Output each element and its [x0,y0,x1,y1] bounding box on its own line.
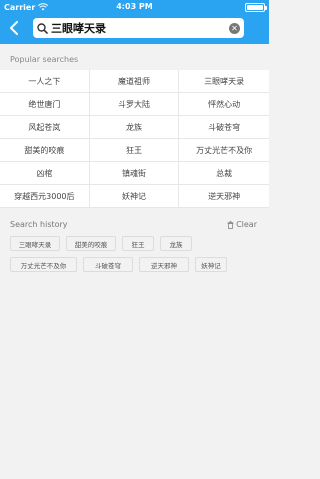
popular-item[interactable]: 逆天邪神 [179,185,269,208]
history-chip[interactable]: 逆天邪神 [139,257,189,272]
popular-item[interactable]: 一人之下 [0,70,90,93]
popular-item[interactable]: 甜美的咬痕 [0,139,90,162]
popular-item[interactable]: 镇魂街 [89,162,180,185]
trash-icon [227,220,234,229]
popular-item[interactable]: 万丈光芒不及你 [179,139,269,162]
history-chip[interactable]: 龙族 [160,236,192,251]
search-history-list: 三眼哮天录 甜美的咬痕 狂王 龙族 万丈光芒不及你 斗破苍穹 逆天邪神 妖神记 [0,236,269,272]
popular-item[interactable]: 魔道祖师 [89,70,180,93]
popular-item[interactable]: 斗罗大陆 [89,93,180,116]
popular-item[interactable]: 三眼哮天录 [179,70,269,93]
popular-item[interactable]: 绝世唐门 [0,93,90,116]
popular-searches-grid: 一人之下 魔道祖师 三眼哮天录 绝世唐门 斗罗大陆 怦然心动 风起苍岚 龙族 斗… [0,70,269,208]
clear-history-label: Clear [236,220,257,229]
popular-item[interactable]: 穿越西元3000后 [0,185,90,208]
history-chip[interactable]: 妖神记 [195,257,227,272]
battery-icon [245,2,267,12]
popular-item[interactable]: 怦然心动 [179,93,269,116]
search-icon [37,22,48,34]
popular-item[interactable]: 凶棺 [0,162,90,185]
status-time: 4:03 PM [116,2,153,11]
history-chip[interactable]: 斗破苍穹 [83,257,133,272]
popular-item[interactable]: 狂王 [89,139,180,162]
navigation-bar: Carrier 4:03 PM ✕ [0,0,269,44]
popular-item[interactable]: 总裁 [179,162,269,185]
clear-history-button[interactable]: Clear [227,220,257,229]
history-chip[interactable]: 狂王 [122,236,154,251]
back-button[interactable] [0,16,28,40]
history-chip[interactable]: 三眼哮天录 [10,236,60,251]
popular-item[interactable]: 风起苍岚 [0,116,90,139]
popular-searches-title: Popular searches [10,55,79,64]
popular-item[interactable]: 龙族 [89,116,180,139]
search-box[interactable]: ✕ [33,18,244,38]
search-history-title: Search history [10,220,68,229]
clear-icon[interactable]: ✕ [229,22,240,34]
history-chip[interactable]: 万丈光芒不及你 [10,257,77,272]
popular-item[interactable]: 妖神记 [89,185,180,208]
chevron-left-icon [10,21,18,35]
search-history-header: Search history Clear [0,208,269,236]
popular-item[interactable]: 斗破苍穹 [179,116,269,139]
status-bar: Carrier 4:03 PM [0,0,269,14]
history-chip[interactable]: 甜美的咬痕 [66,236,116,251]
search-input[interactable] [51,21,229,35]
